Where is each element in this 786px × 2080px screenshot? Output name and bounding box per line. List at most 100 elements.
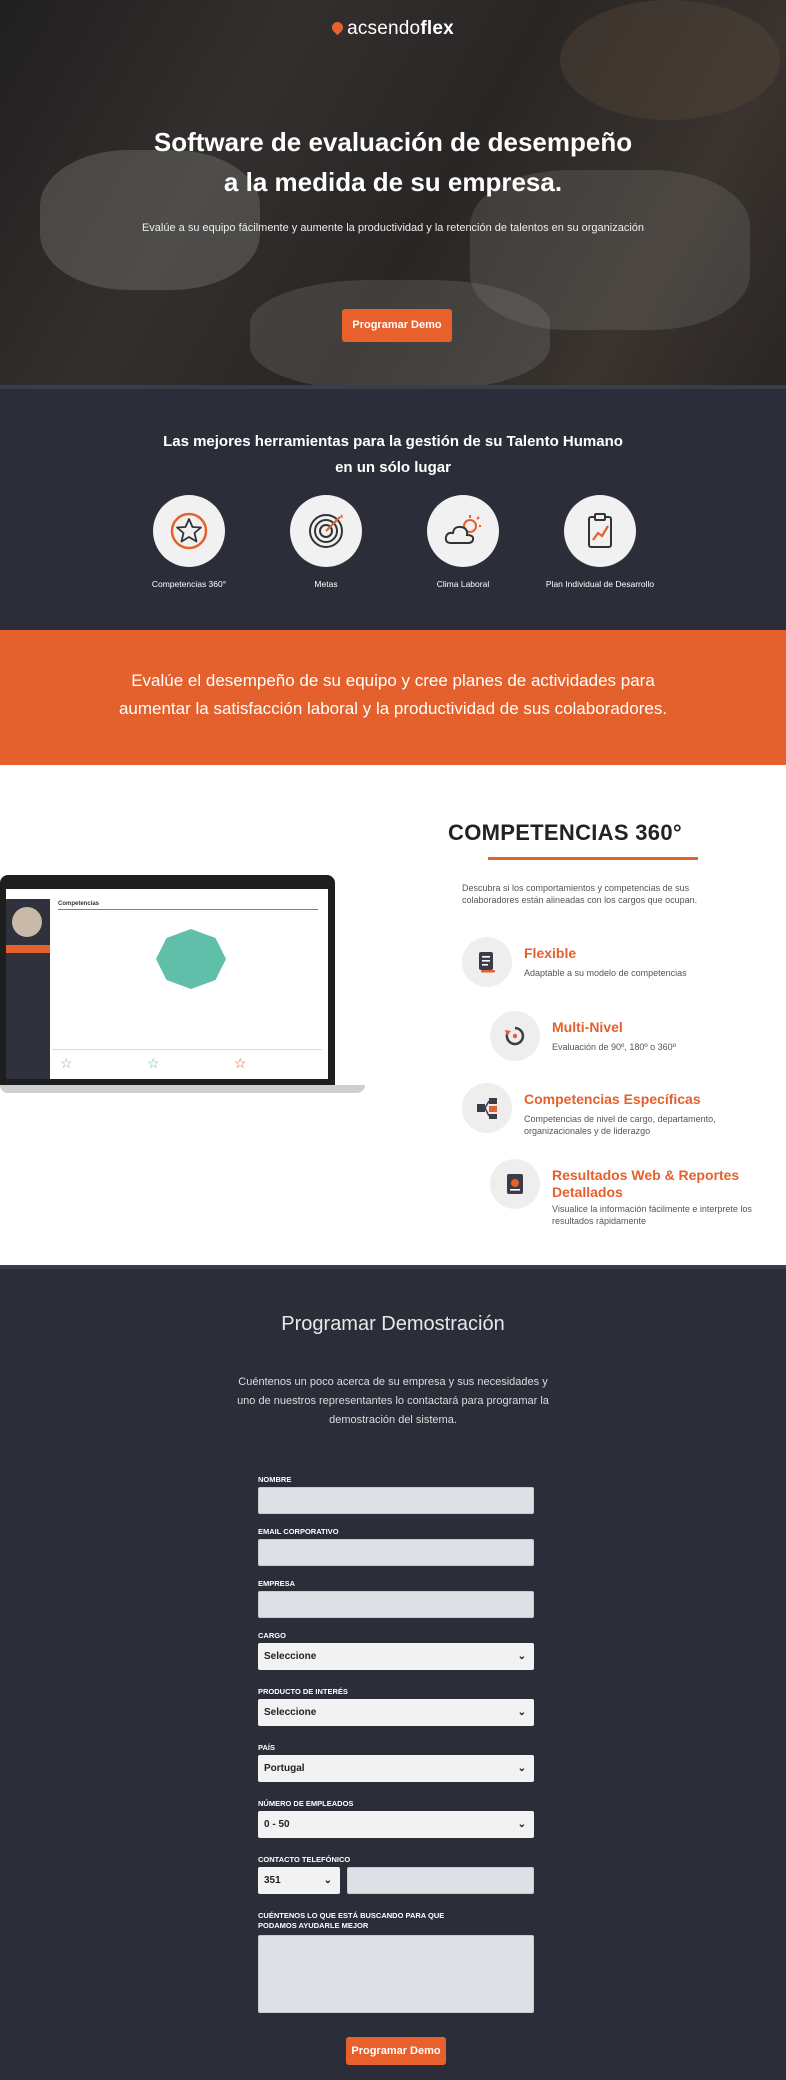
tool-label: Competencias 360° <box>151 579 227 589</box>
value-proposition-band: Evalúe el desempeño de su equipo y cree … <box>0 630 786 765</box>
feature-title: Resultados Web & Reportes Detallados <box>552 1167 740 1200</box>
org-chart-icon <box>477 1098 497 1119</box>
tool-label: Plan Individual de Desarrollo <box>545 579 655 589</box>
competencias-title: COMPETENCIAS 360° <box>448 820 682 845</box>
email-label: EMAIL CORPORATIVO <box>258 1527 339 1536</box>
cloud-sun-icon <box>444 515 481 544</box>
laptop-base <box>0 1085 365 1093</box>
cargo-select-value: Seleccione <box>264 1651 317 1662</box>
program-demo-button[interactable]: Programar Demo <box>342 309 452 342</box>
chevron-down-icon: ⌄ <box>517 1819 526 1830</box>
star-icon <box>170 512 208 550</box>
avatar <box>12 907 42 937</box>
report-book-icon <box>507 1174 523 1194</box>
email-field[interactable] <box>258 1539 534 1566</box>
tool-icon-circle <box>564 495 636 567</box>
feature-resultados: Resultados Web & Reportes Detallados Vis… <box>490 1159 780 1239</box>
chevron-down-icon: ⌄ <box>323 1875 332 1886</box>
band-text-line2: aumentar la satisfacción laboral y la pr… <box>118 699 668 718</box>
feature-flexible: Flexible Adaptable a su modelo de compet… <box>462 937 762 993</box>
form-intro: Cuéntenos un poco acerca de su empresa y… <box>237 1376 549 1426</box>
producto-select-value: Seleccione <box>264 1707 317 1718</box>
feature-description: Visualice la información fácilmente e in… <box>552 1204 752 1226</box>
country-code-value: 351 <box>264 1875 281 1886</box>
logo[interactable]: acsendoflex <box>0 18 786 40</box>
mensaje-label: CUÉNTENOS LO QUE ESTÁ BUSCANDO PARA QUE … <box>258 1911 445 1930</box>
empresa-field[interactable] <box>258 1591 534 1618</box>
empleados-label: NÚMERO DE EMPLEADOS <box>258 1799 354 1808</box>
location-pin-icon <box>329 19 346 36</box>
feature-icon-circle <box>462 937 512 987</box>
chevron-down-icon: ⌄ <box>517 1763 526 1774</box>
empleados-select-value: 0 - 50 <box>264 1819 290 1830</box>
divider <box>58 909 318 910</box>
cargo-label: CARGO <box>258 1631 286 1640</box>
hero-title-line2: a la medida de su empresa. <box>223 167 563 197</box>
document-stack-icon <box>479 952 495 973</box>
pais-select-value: Portugal <box>264 1763 305 1774</box>
feature-title: Competencias Específicas <box>524 1091 701 1107</box>
logo-text-prefix: acsendo <box>347 18 421 39</box>
demo-form-section: Programar Demostración Cuéntenos un poco… <box>0 1265 786 2080</box>
clipboard-chart-icon <box>588 513 612 548</box>
tool-icon-circle <box>290 495 362 567</box>
pais-label: PAÍS <box>258 1743 275 1752</box>
tools-heading-line2: en un sólo lugar <box>335 459 451 476</box>
feature-description: Competencias de nivel de cargo, departam… <box>524 1114 716 1136</box>
empleados-select[interactable]: 0 - 50 ⌄ <box>258 1811 534 1838</box>
producto-label: PRODUCTO DE INTERÉS <box>258 1687 348 1696</box>
tool-icon-circle <box>153 495 225 567</box>
chevron-down-icon: ⌄ <box>517 1707 526 1718</box>
feature-icon-circle <box>490 1011 540 1061</box>
title-underline <box>488 857 698 860</box>
empresa-label: EMPRESA <box>258 1579 296 1588</box>
competencias-description: Descubra si los comportamientos y compet… <box>462 883 698 905</box>
hero-subtitle: Evalúe a su equipo fácilmente y aumente … <box>141 222 645 234</box>
tool-plan-individual[interactable]: Plan Individual de Desarrollo <box>545 495 655 590</box>
hero-section: acsendoflex Software de evaluación de de… <box>0 0 786 385</box>
tool-icon-circle <box>427 495 499 567</box>
feature-title: Flexible <box>524 945 577 961</box>
laptop-screen: Competencias ☆ ☆ ☆ <box>0 875 335 1085</box>
chevron-down-icon: ⌄ <box>517 1651 526 1662</box>
submit-demo-button[interactable]: Programar Demo <box>346 2037 446 2065</box>
hero-title: Software de evaluación de desempeño a la… <box>0 122 786 202</box>
hero-title-line1: Software de evaluación de desempeño <box>153 127 633 157</box>
form-title: Programar Demostración <box>281 1313 505 1335</box>
rotate-arrow-icon <box>505 1026 525 1046</box>
nombre-field[interactable] <box>258 1487 534 1514</box>
tool-metas[interactable]: Metas <box>271 495 381 590</box>
country-code-select[interactable]: 351 ⌄ <box>258 1867 340 1894</box>
telefono-label: CONTACTO TELEFÓNICO <box>258 1855 351 1864</box>
star-icon: ☆ <box>60 1055 73 1071</box>
app-preview-footer: ☆ ☆ ☆ <box>52 1049 322 1075</box>
star-icon: ☆ <box>147 1055 160 1071</box>
cargo-select[interactable]: Seleccione ⌄ <box>258 1643 534 1670</box>
band-text: Evalúe el desempeño de su equipo y cree … <box>0 667 786 723</box>
pais-select[interactable]: Portugal ⌄ <box>258 1755 534 1782</box>
nombre-label: NOMBRE <box>258 1475 292 1484</box>
tool-clima-laboral[interactable]: Clima Laboral <box>408 495 518 590</box>
competencias-section: Competencias ☆ ☆ ☆ COMPETENCIAS 360° Des… <box>0 765 786 1265</box>
sidebar-active-item <box>6 945 50 953</box>
radar-chart-shape <box>156 929 226 989</box>
feature-icon-circle <box>462 1083 512 1133</box>
band-text-line1: Evalúe el desempeño de su equipo y cree … <box>131 671 655 690</box>
tool-competencias[interactable]: Competencias 360° <box>134 495 244 590</box>
tools-section: Las mejores herramientas para la gestión… <box>0 385 786 630</box>
mensaje-textarea[interactable] <box>258 1935 534 2013</box>
feature-competencias-especificas: Competencias Específicas Competencias de… <box>462 1083 762 1143</box>
tools-heading-line1: Las mejores herramientas para la gestión… <box>163 433 623 450</box>
feature-multi-nivel: Multi-Nivel Evaluación de 90º, 180º o 36… <box>490 1011 770 1067</box>
laptop-screenshot: Competencias ☆ ☆ ☆ <box>0 875 370 1105</box>
feature-description: Adaptable a su modelo de competencias <box>524 968 687 978</box>
feature-title: Multi-Nivel <box>552 1019 623 1035</box>
producto-select[interactable]: Seleccione ⌄ <box>258 1699 534 1726</box>
app-preview-sidebar <box>6 899 50 1079</box>
phone-field[interactable] <box>347 1867 534 1894</box>
app-preview: Competencias ☆ ☆ ☆ <box>6 889 328 1079</box>
star-icon: ☆ <box>234 1055 247 1071</box>
target-icon <box>309 514 343 548</box>
app-preview-tab: Competencias <box>58 901 100 907</box>
tool-label: Metas <box>314 579 338 589</box>
